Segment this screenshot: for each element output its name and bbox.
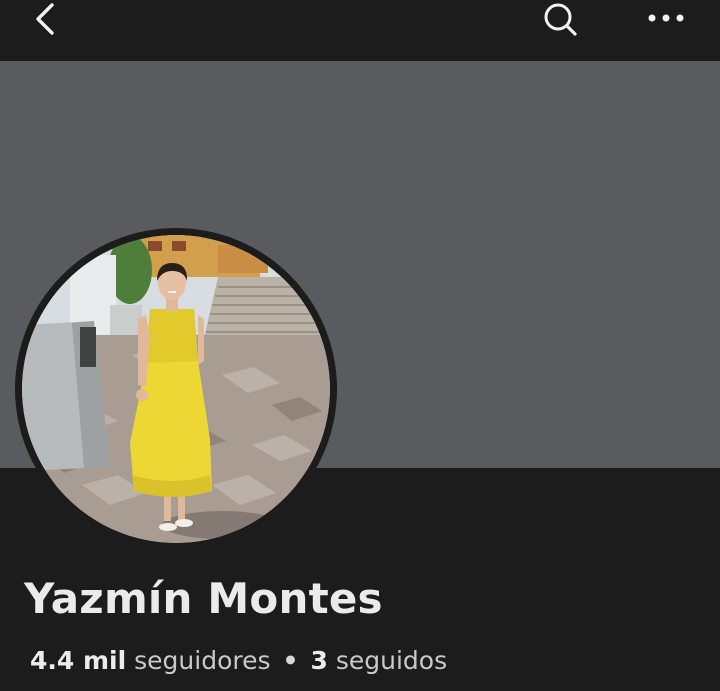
more-horizontal-icon[interactable] bbox=[640, 0, 692, 40]
profile-page: Yazmín Montes 4.4 mil seguidores • 3 segui… bbox=[0, 0, 720, 691]
chevron-left-icon[interactable] bbox=[26, 0, 66, 40]
profile-stats: 4.4 mil seguidores • 3 seguidos bbox=[30, 643, 447, 679]
profile-avatar[interactable] bbox=[22, 235, 330, 543]
followers-link[interactable]: 4.4 mil seguidores bbox=[30, 646, 271, 675]
profile-name: Yazmín Montes bbox=[24, 574, 383, 623]
followers-count: 4.4 mil bbox=[30, 646, 127, 675]
stats-separator: • bbox=[282, 646, 299, 675]
search-icon[interactable] bbox=[538, 0, 582, 40]
top-navigation-bar bbox=[0, 0, 720, 61]
following-link[interactable]: 3 seguidos bbox=[311, 646, 448, 675]
followers-label: seguidores bbox=[134, 646, 271, 675]
following-count: 3 bbox=[310, 646, 328, 675]
following-label: seguidos bbox=[335, 646, 448, 675]
